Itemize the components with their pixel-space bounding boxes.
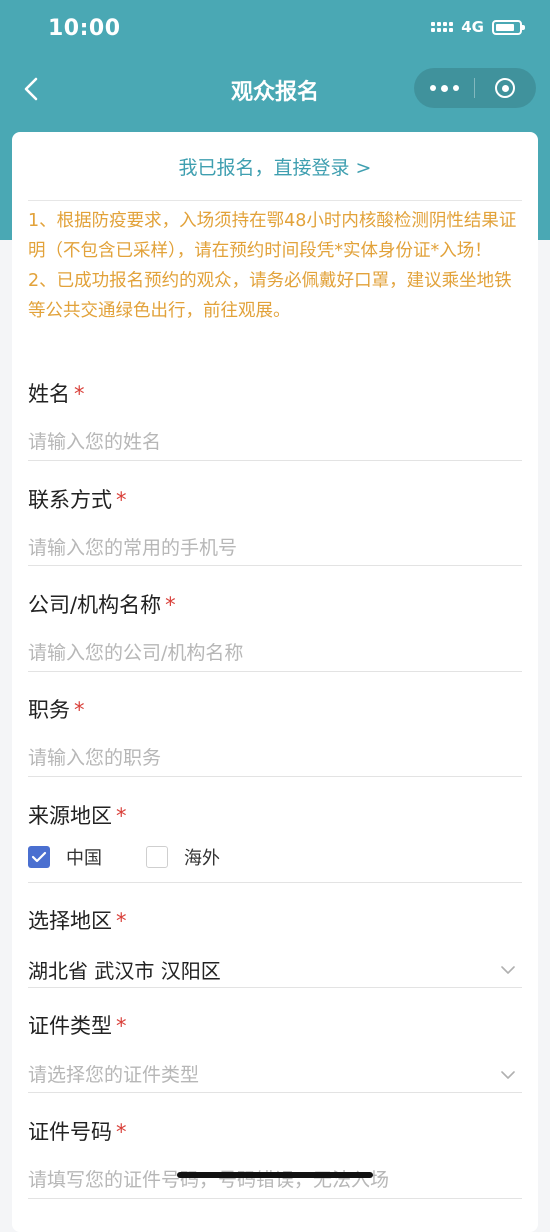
id-number-label: 证件号码 * bbox=[28, 1120, 127, 1144]
more-dots-icon bbox=[429, 85, 436, 91]
signal-icon bbox=[431, 22, 454, 32]
checkbox-unchecked[interactable] bbox=[146, 846, 168, 868]
notice-item-2: 2、已成功报名预约的观众，请务必佩戴好口罩，建议乘坐地铁等公共交通绿色出行，前往… bbox=[28, 271, 512, 321]
region-select-field[interactable]: 选择地区 * 湖北省 武汉市 汉阳区 bbox=[28, 905, 522, 988]
position-field: 职务 * bbox=[28, 694, 522, 777]
required-mark: * bbox=[74, 382, 85, 406]
checkmark-icon bbox=[31, 851, 47, 863]
status-indicators: 4G bbox=[431, 18, 525, 36]
source-region-label: 来源地区 * bbox=[28, 804, 127, 828]
required-mark: * bbox=[116, 909, 127, 933]
option-label: 海外 bbox=[184, 848, 220, 869]
nav-bar: 观众报名 bbox=[0, 62, 550, 116]
target-close-icon bbox=[495, 78, 515, 98]
id-type-select-field[interactable]: 证件类型 * 请选择您的证件类型 bbox=[28, 1010, 522, 1093]
home-indicator bbox=[177, 1172, 373, 1178]
battery-icon bbox=[492, 19, 525, 35]
more-button[interactable] bbox=[414, 68, 474, 108]
mini-program-capsule bbox=[414, 68, 536, 108]
company-field: 公司/机构名称 * bbox=[28, 589, 522, 672]
option-label: 中国 bbox=[66, 848, 102, 869]
name-input[interactable] bbox=[28, 426, 508, 458]
option-overseas[interactable]: 海外 bbox=[146, 844, 220, 870]
registration-form-card: 我已报名，直接登录 > 1、根据防疫要求，入场须持在鄂48小时内核酸检测阴性结果… bbox=[12, 132, 538, 1232]
required-mark: * bbox=[116, 804, 127, 828]
position-label: 职务 * bbox=[28, 698, 85, 722]
name-label: 姓名 * bbox=[28, 382, 85, 406]
name-field: 姓名 * bbox=[28, 378, 522, 461]
company-input[interactable] bbox=[28, 637, 508, 669]
contact-label: 联系方式 * bbox=[28, 488, 127, 512]
region-value: 湖北省 武汉市 汉阳区 bbox=[28, 959, 221, 983]
source-region-field: 来源地区 * 中国 海外 bbox=[28, 800, 522, 883]
checkbox-checked[interactable] bbox=[28, 846, 50, 868]
notice-text: 1、根据防疫要求，入场须持在鄂48小时内核酸检测阴性结果证明（不包含已采样），请… bbox=[28, 206, 528, 326]
contact-field: 联系方式 * bbox=[28, 484, 522, 566]
id-type-label: 证件类型 * bbox=[28, 1014, 127, 1038]
required-mark: * bbox=[165, 593, 176, 617]
network-label: 4G bbox=[461, 18, 484, 36]
login-link[interactable]: 我已报名，直接登录 > bbox=[28, 132, 522, 201]
status-time: 10:00 bbox=[48, 16, 121, 41]
region-select-label: 选择地区 * bbox=[28, 909, 127, 933]
id-number-field: 证件号码 * bbox=[28, 1116, 522, 1199]
required-mark: * bbox=[116, 1120, 127, 1144]
required-mark: * bbox=[116, 488, 127, 512]
notice-item-1: 1、根据防疫要求，入场须持在鄂48小时内核酸检测阴性结果证明（不包含已采样），请… bbox=[28, 211, 517, 261]
required-mark: * bbox=[74, 698, 85, 722]
phone-input[interactable] bbox=[28, 532, 508, 564]
required-mark: * bbox=[116, 1014, 127, 1038]
id-type-placeholder: 请选择您的证件类型 bbox=[28, 1064, 200, 1086]
status-bar: 10:00 4G bbox=[0, 0, 550, 60]
company-label: 公司/机构名称 * bbox=[28, 593, 176, 617]
position-input[interactable] bbox=[28, 742, 508, 774]
chevron-down-icon bbox=[501, 966, 515, 974]
option-china[interactable]: 中国 bbox=[28, 844, 102, 870]
close-mini-program-button[interactable] bbox=[475, 68, 535, 108]
source-region-options: 中国 海外 bbox=[28, 844, 264, 870]
chevron-down-icon bbox=[501, 1071, 515, 1079]
id-number-input[interactable] bbox=[28, 1164, 508, 1196]
